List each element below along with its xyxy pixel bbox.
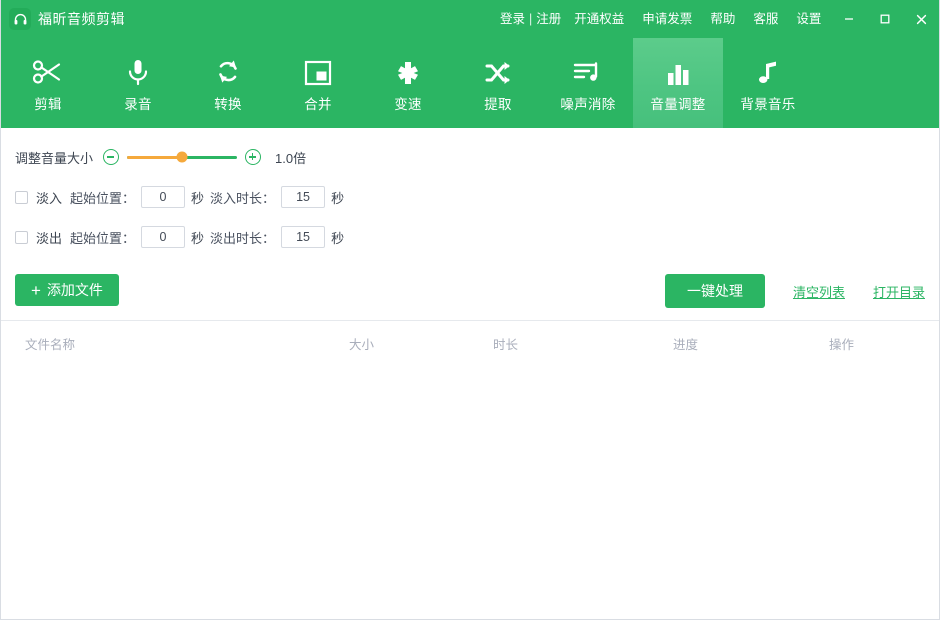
- fade-in-duration-input[interactable]: 15: [281, 186, 325, 208]
- app-logo: 福昕音频剪辑: [9, 8, 125, 30]
- fade-in-start-label: 起始位置：: [70, 188, 135, 207]
- menu-item-help[interactable]: 帮助: [701, 0, 744, 38]
- volume-options-panel: 调整音量大小 1.0倍 淡入 起始位置： 0 秒 淡入时长： 15 秒 淡出: [1, 128, 939, 262]
- tool-tab-record-label: 录音: [124, 93, 152, 113]
- tool-tab-edit[interactable]: 剪辑: [3, 38, 93, 128]
- action-bar: + 添加文件 一键处理 清空列表 打开目录: [1, 262, 939, 320]
- fade-in-checkbox[interactable]: [15, 191, 28, 204]
- tool-tab-extract[interactable]: 提取: [453, 38, 543, 128]
- tool-tab-noise-removal[interactable]: 噪声消除: [543, 38, 633, 128]
- column-header-duration: 时长: [493, 334, 518, 353]
- fade-out-duration-label: 淡出时长：: [210, 228, 275, 247]
- volume-label: 调整音量大小: [15, 148, 93, 167]
- tool-tab-convert-label: 转换: [214, 93, 242, 113]
- tool-tab-noise-removal-label: 噪声消除: [560, 93, 615, 113]
- titlebar-menu: 登录 | 注册 开通权益 申请发票 帮助 客服 设置: [496, 0, 830, 38]
- register-link[interactable]: 注册: [532, 0, 565, 38]
- add-file-button-label: 添加文件: [47, 280, 103, 300]
- app-title: 福昕音频剪辑: [38, 9, 125, 29]
- tool-tab-convert[interactable]: 转换: [183, 38, 273, 128]
- convert-refresh-icon: [213, 53, 243, 87]
- bar-levels-icon: [664, 53, 692, 87]
- volume-slider-fill: [127, 156, 182, 159]
- fade-in-label: 淡入: [36, 188, 62, 207]
- menu-item-invoice[interactable]: 申请发票: [633, 0, 701, 38]
- app-window: 福昕音频剪辑 登录 | 注册 开通权益 申请发票 帮助 客服 设置: [0, 0, 940, 620]
- file-table: 文件名称 大小 时长 进度 操作: [1, 320, 939, 619]
- file-table-body[interactable]: [1, 365, 939, 619]
- fade-in-start-input[interactable]: 0: [141, 186, 185, 208]
- volume-slider-track[interactable]: [127, 156, 237, 159]
- fade-out-row: 淡出 起始位置： 0 秒 淡出时长： 15 秒: [1, 222, 939, 252]
- maximize-icon[interactable]: [867, 0, 903, 38]
- window-controls: [831, 0, 939, 38]
- clear-list-link[interactable]: 清空列表: [793, 282, 845, 301]
- tool-tab-background-music-label: 背景音乐: [740, 93, 795, 113]
- fade-out-start-unit: 秒: [191, 228, 204, 247]
- tool-tab-speed[interactable]: 变速: [363, 38, 453, 128]
- volume-value: 1.0倍: [275, 148, 306, 167]
- column-header-size: 大小: [349, 334, 374, 353]
- fade-out-duration-unit: 秒: [331, 228, 344, 247]
- menu-separator: |: [529, 12, 532, 26]
- volume-slider-knob[interactable]: [177, 152, 188, 163]
- tool-tab-speed-label: 变速: [394, 93, 422, 113]
- fade-in-duration-label: 淡入时长：: [210, 188, 275, 207]
- login-link[interactable]: 登录: [496, 0, 529, 38]
- plus-icon: +: [31, 282, 41, 299]
- tool-tab-background-music[interactable]: 背景音乐: [723, 38, 813, 128]
- headphone-waveform-icon: [9, 8, 31, 30]
- fade-out-label: 淡出: [36, 228, 62, 247]
- tool-tab-merge[interactable]: 合并: [273, 38, 363, 128]
- music-note-icon: [754, 53, 782, 87]
- main-toolbar: 剪辑 录音 转换: [1, 38, 939, 128]
- file-table-header: 文件名称 大小 时长 进度 操作: [1, 321, 939, 365]
- tool-tab-volume-adjust-label: 音量调整: [650, 93, 705, 113]
- menu-item-support[interactable]: 客服: [744, 0, 787, 38]
- menu-item-settings[interactable]: 设置: [787, 0, 830, 38]
- tool-tab-merge-label: 合并: [304, 93, 332, 113]
- shuffle-arrows-icon: [483, 53, 513, 87]
- title-bar: 福昕音频剪辑 登录 | 注册 开通权益 申请发票 帮助 客服 设置: [1, 0, 939, 38]
- fade-in-start-unit: 秒: [191, 188, 204, 207]
- fade-in-duration-unit: 秒: [331, 188, 344, 207]
- volume-row: 调整音量大小 1.0倍: [1, 142, 939, 172]
- fade-out-start-label: 起始位置：: [70, 228, 135, 247]
- process-button[interactable]: 一键处理: [665, 274, 765, 308]
- fade-in-row: 淡入 起始位置： 0 秒 淡入时长： 15 秒: [1, 182, 939, 212]
- right-actions: 一键处理 清空列表 打开目录: [665, 274, 925, 308]
- tool-tab-extract-label: 提取: [484, 93, 512, 113]
- fade-out-checkbox[interactable]: [15, 231, 28, 244]
- minus-circle-icon[interactable]: [103, 149, 119, 165]
- volume-slider[interactable]: [103, 149, 261, 165]
- menu-item-benefits[interactable]: 开通权益: [565, 0, 633, 38]
- merge-frame-icon: [303, 53, 333, 87]
- column-header-progress: 进度: [673, 334, 698, 353]
- open-folder-link[interactable]: 打开目录: [873, 282, 925, 301]
- add-file-button[interactable]: + 添加文件: [15, 274, 119, 306]
- tool-tab-edit-label: 剪辑: [34, 93, 62, 113]
- fade-out-duration-input[interactable]: 15: [281, 226, 325, 248]
- plus-circle-icon[interactable]: [245, 149, 261, 165]
- column-header-filename: 文件名称: [25, 334, 75, 353]
- speed-cross-icon: [393, 53, 423, 87]
- column-header-actions: 操作: [829, 334, 854, 353]
- fade-out-start-input[interactable]: 0: [141, 226, 185, 248]
- noise-note-lines-icon: [572, 53, 604, 87]
- close-icon[interactable]: [903, 0, 939, 38]
- tool-tab-volume-adjust[interactable]: 音量调整: [633, 38, 723, 128]
- scissors-icon: [32, 53, 64, 87]
- tool-tab-record[interactable]: 录音: [93, 38, 183, 128]
- microphone-icon: [123, 53, 153, 87]
- minimize-icon[interactable]: [831, 0, 867, 38]
